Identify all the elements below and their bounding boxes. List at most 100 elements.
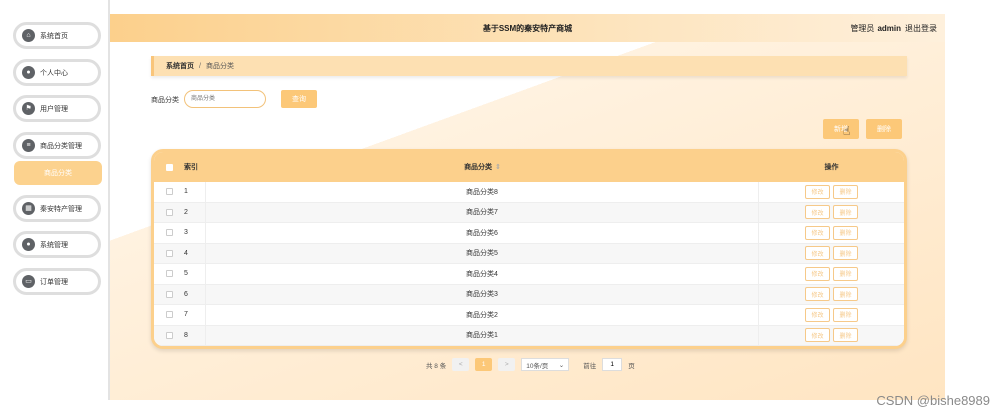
user-icon: ● [22, 66, 35, 79]
row-checkbox[interactable] [165, 208, 173, 216]
row-delete-button[interactable]: 删除 [833, 307, 858, 322]
table-body: 1 商品分类8 修改 删除 2 商品分类7 修改 删除 3 商品分类6 修改 删除 4 商品分类5 修改 删除… [154, 182, 904, 346]
chevron-down-icon: ⌄ [558, 361, 565, 369]
page-number[interactable]: 1 [475, 358, 493, 371]
add-button[interactable]: 新增 [823, 119, 859, 139]
select-all-checkbox[interactable] [165, 163, 173, 171]
hand-cursor-icon: ☝ [843, 124, 851, 138]
page-unit: 页 [628, 362, 635, 370]
sort-icon[interactable]: ⇕ [495, 163, 501, 171]
edit-button[interactable]: 修改 [805, 184, 830, 199]
table-row: 6 商品分类3 修改 删除 [154, 284, 904, 305]
row-index: 8 [184, 325, 206, 345]
top-header: 基于SSM的秦安特产商城 管理员 admin 退出登录 [110, 14, 945, 42]
edit-button[interactable]: 修改 [805, 246, 830, 261]
row-index: 3 [184, 223, 206, 243]
table-row: 4 商品分类5 修改 删除 [154, 243, 904, 264]
sidebar-item-label: 订单管理 [40, 278, 68, 286]
row-name: 商品分类6 [206, 223, 759, 243]
row-name: 商品分类3 [206, 284, 759, 304]
row-checkbox[interactable] [165, 290, 173, 298]
table-row: 8 商品分类1 修改 删除 [154, 325, 904, 346]
username: admin [877, 23, 901, 33]
table-row: 7 商品分类2 修改 删除 [154, 305, 904, 326]
row-checkbox[interactable] [165, 331, 173, 339]
sidebar-item-profile[interactable]: ● 个人中心 [13, 59, 101, 86]
breadcrumb-current: 商品分类 [205, 63, 234, 70]
row-delete-button[interactable]: 删除 [833, 225, 858, 240]
edit-button[interactable]: 修改 [805, 266, 830, 281]
sidebar-item-system[interactable]: ● 系统管理 [13, 231, 101, 258]
sidebar-item-category[interactable]: ≡ 商品分类管理 [13, 132, 101, 159]
page-size-select[interactable]: 10条/页 ⌄ [521, 358, 570, 371]
sidebar-subitem-category[interactable]: 商品分类 [14, 161, 102, 185]
search-input[interactable] [184, 90, 266, 108]
table-row: 3 商品分类6 修改 删除 [154, 223, 904, 244]
row-name: 商品分类8 [206, 182, 759, 202]
sidebar-item-orders[interactable]: ▭ 订单管理 [13, 268, 101, 295]
sidebar-item-label: 秦安特产管理 [40, 205, 82, 213]
row-index: 5 [184, 264, 206, 284]
sidebar: ⌂ 系统首页 ● 个人中心 ⚑ 用户管理 ≡ 商品分类管理 商品分类 ▦ 秦安特… [0, 0, 110, 400]
sidebar-item-label: 用户管理 [40, 105, 68, 113]
user-role: 管理员 [850, 23, 875, 33]
sidebar-item-products[interactable]: ▦ 秦安特产管理 [13, 195, 101, 222]
row-delete-button[interactable]: 删除 [833, 205, 858, 220]
flag-icon: ⚑ [22, 102, 35, 115]
sidebar-item-home[interactable]: ⌂ 系统首页 [13, 22, 101, 49]
row-checkbox[interactable] [165, 311, 173, 319]
grid-icon: ▦ [22, 202, 35, 215]
row-delete-button[interactable]: 删除 [833, 184, 858, 199]
sidebar-item-label: 系统首页 [40, 32, 68, 40]
edit-button[interactable]: 修改 [805, 307, 830, 322]
row-checkbox[interactable] [165, 229, 173, 237]
pagination: 共 8 条 < 1 > 10条/页⌄ 前往 页 [426, 358, 635, 371]
row-name: 商品分类1 [206, 325, 759, 345]
sidebar-item-users[interactable]: ⚑ 用户管理 [13, 95, 101, 122]
row-delete-button[interactable]: 删除 [833, 266, 858, 281]
breadcrumb-separator: / [199, 62, 201, 70]
edit-button[interactable]: 修改 [805, 328, 830, 343]
row-checkbox[interactable] [165, 249, 173, 257]
sidebar-item-label: 商品分类管理 [40, 142, 82, 150]
row-name: 商品分类7 [206, 202, 759, 222]
app-title: 基于SSM的秦安特产商城 [482, 23, 573, 33]
list-icon: ≡ [22, 139, 35, 152]
home-icon: ⌂ [22, 29, 35, 42]
category-table: 索引 商品分类 ⇕ 操作 1 商品分类8 修改 删除 2 商品分类7 修改 删除 3 商品分类6 修改… [151, 149, 907, 349]
row-checkbox[interactable] [165, 188, 173, 196]
row-checkbox[interactable] [165, 270, 173, 278]
breadcrumb-home[interactable]: 系统首页 [166, 61, 194, 71]
watermark: CSDN @bishe8989 [876, 393, 990, 408]
total-count: 共 8 条 [426, 362, 447, 370]
sidebar-item-label: 系统管理 [40, 241, 68, 249]
row-index: 7 [184, 305, 206, 325]
goto-page-input[interactable] [602, 358, 623, 371]
table-row: 5 商品分类4 修改 删除 [154, 264, 904, 285]
edit-button[interactable]: 修改 [805, 225, 830, 240]
next-page-button[interactable]: > [498, 358, 516, 371]
goto-label: 前往 [583, 362, 597, 370]
row-delete-button[interactable]: 删除 [833, 287, 858, 302]
search-button[interactable]: 查询 [281, 90, 317, 108]
row-index: 1 [184, 182, 206, 202]
edit-button[interactable]: 修改 [805, 205, 830, 220]
header-index: 索引 [184, 164, 198, 171]
header-name[interactable]: 商品分类 ⇕ [206, 152, 759, 182]
row-delete-button[interactable]: 删除 [833, 246, 858, 261]
edit-button[interactable]: 修改 [805, 287, 830, 302]
row-index: 6 [184, 284, 206, 304]
breadcrumb: 系统首页 / 商品分类 [151, 56, 907, 76]
delete-button[interactable]: 删除 [866, 119, 902, 139]
row-name: 商品分类4 [206, 264, 759, 284]
table-header: 索引 商品分类 ⇕ 操作 [154, 152, 904, 182]
row-delete-button[interactable]: 删除 [833, 328, 858, 343]
row-name: 商品分类5 [206, 243, 759, 263]
header-user-area: 管理员 admin 退出登录 [850, 23, 937, 34]
prev-page-button[interactable]: < [452, 358, 470, 371]
person-icon: ● [22, 238, 35, 251]
logout-link[interactable]: 退出登录 [905, 24, 937, 33]
sidebar-item-label: 个人中心 [40, 69, 68, 77]
table-row: 1 商品分类8 修改 删除 [154, 182, 904, 203]
table-row: 2 商品分类7 修改 删除 [154, 202, 904, 223]
